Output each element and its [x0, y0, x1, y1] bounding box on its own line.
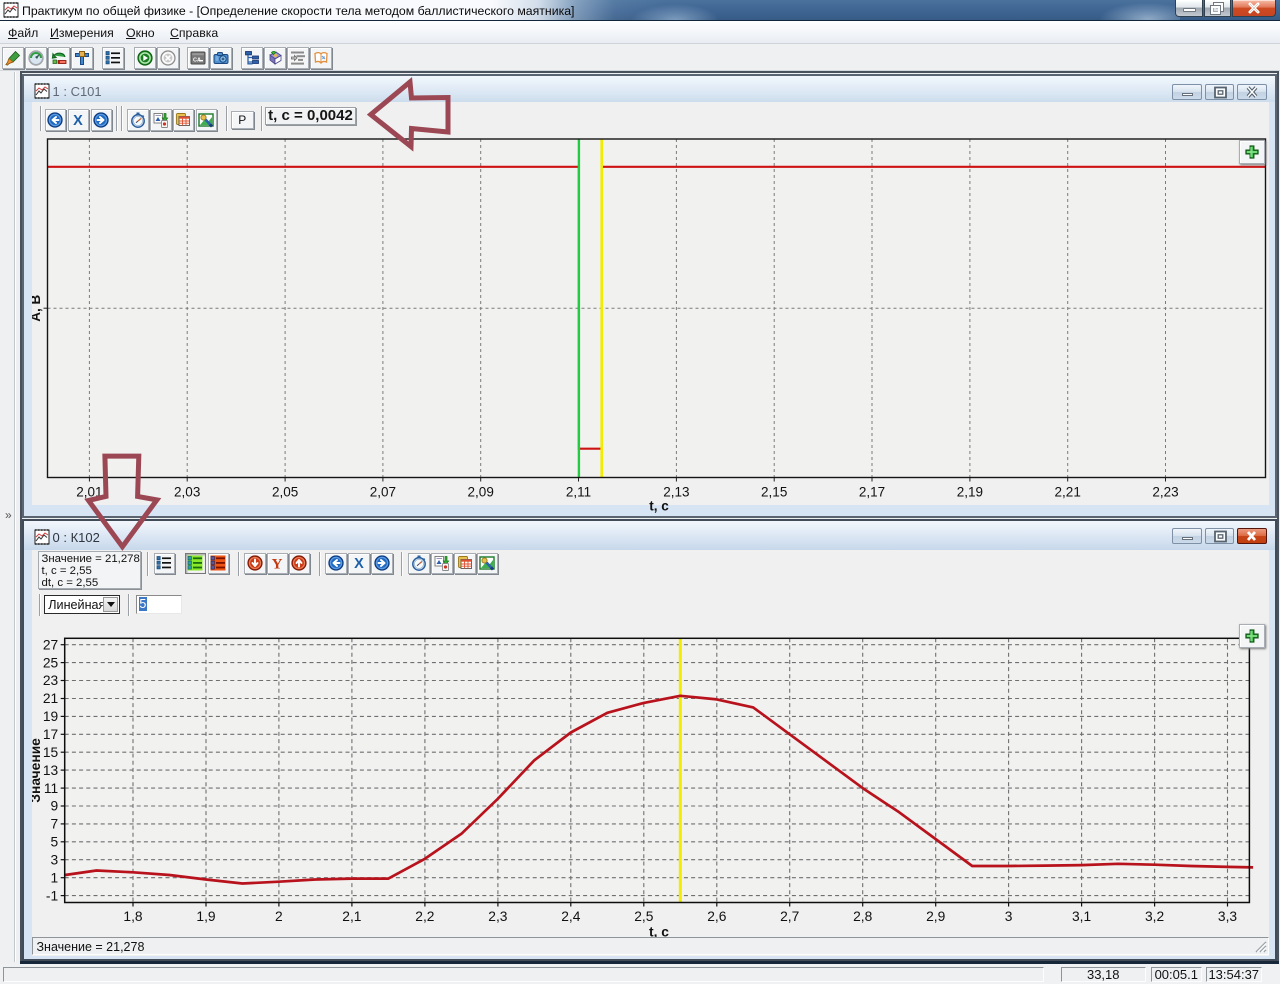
svg-text:А, В: А, В [32, 294, 43, 321]
svg-text:19: 19 [43, 709, 59, 724]
svg-text:2,1: 2,1 [342, 909, 361, 924]
svg-text:25: 25 [43, 655, 59, 670]
svg-text:21: 21 [43, 691, 58, 706]
svg-text:Y: Y [272, 557, 283, 572]
svg-text:1: 1 [51, 870, 59, 885]
svg-text:t, с: t, с [649, 499, 669, 514]
svg-text:11: 11 [44, 781, 58, 796]
svg-text:2,03: 2,03 [174, 485, 200, 500]
svg-text:2,9: 2,9 [926, 909, 946, 924]
svg-text:3,1: 3,1 [1072, 909, 1091, 924]
svg-text:2,3: 2,3 [488, 909, 508, 924]
svg-text:3: 3 [1005, 909, 1013, 924]
svg-text:13: 13 [43, 763, 59, 778]
svg-text:2,17: 2,17 [859, 485, 885, 500]
svg-text:27: 27 [43, 637, 58, 652]
svg-text:2,5: 2,5 [634, 909, 654, 924]
svg-text:2,09: 2,09 [468, 485, 494, 500]
svg-text:X: X [354, 556, 364, 571]
svg-text:5: 5 [51, 835, 59, 850]
svg-text:2,23: 2,23 [1152, 485, 1178, 500]
svg-text:2,7: 2,7 [780, 909, 799, 924]
svg-text:2,11: 2,11 [566, 485, 591, 500]
svg-text:23: 23 [43, 673, 59, 688]
svg-text:1,9: 1,9 [196, 909, 216, 924]
svg-text:7: 7 [51, 817, 59, 832]
svg-text:2,6: 2,6 [707, 909, 727, 924]
svg-text:2,19: 2,19 [957, 485, 983, 500]
svg-text:-1: -1 [46, 888, 58, 903]
svg-text:2,05: 2,05 [272, 485, 298, 500]
svg-text:15: 15 [43, 745, 59, 760]
svg-text:2,8: 2,8 [853, 909, 873, 924]
svg-text:3,3: 3,3 [1218, 909, 1238, 924]
svg-text:2,21: 2,21 [1055, 485, 1081, 500]
svg-text:2,2: 2,2 [415, 909, 434, 924]
svg-text:X: X [73, 113, 83, 128]
svg-text:2,13: 2,13 [663, 485, 689, 500]
svg-text:3: 3 [51, 852, 59, 867]
svg-text:17: 17 [43, 727, 58, 742]
svg-text:3,2: 3,2 [1145, 909, 1164, 924]
svg-text:1,8: 1,8 [123, 909, 143, 924]
svg-text:2,07: 2,07 [370, 485, 396, 500]
svg-text:9: 9 [51, 799, 59, 814]
svg-text:2,01: 2,01 [76, 485, 102, 500]
svg-text:2,4: 2,4 [561, 909, 581, 924]
svg-text:2,15: 2,15 [761, 485, 787, 500]
svg-text:Значение: Значение [32, 738, 43, 803]
svg-text:2: 2 [275, 909, 283, 924]
